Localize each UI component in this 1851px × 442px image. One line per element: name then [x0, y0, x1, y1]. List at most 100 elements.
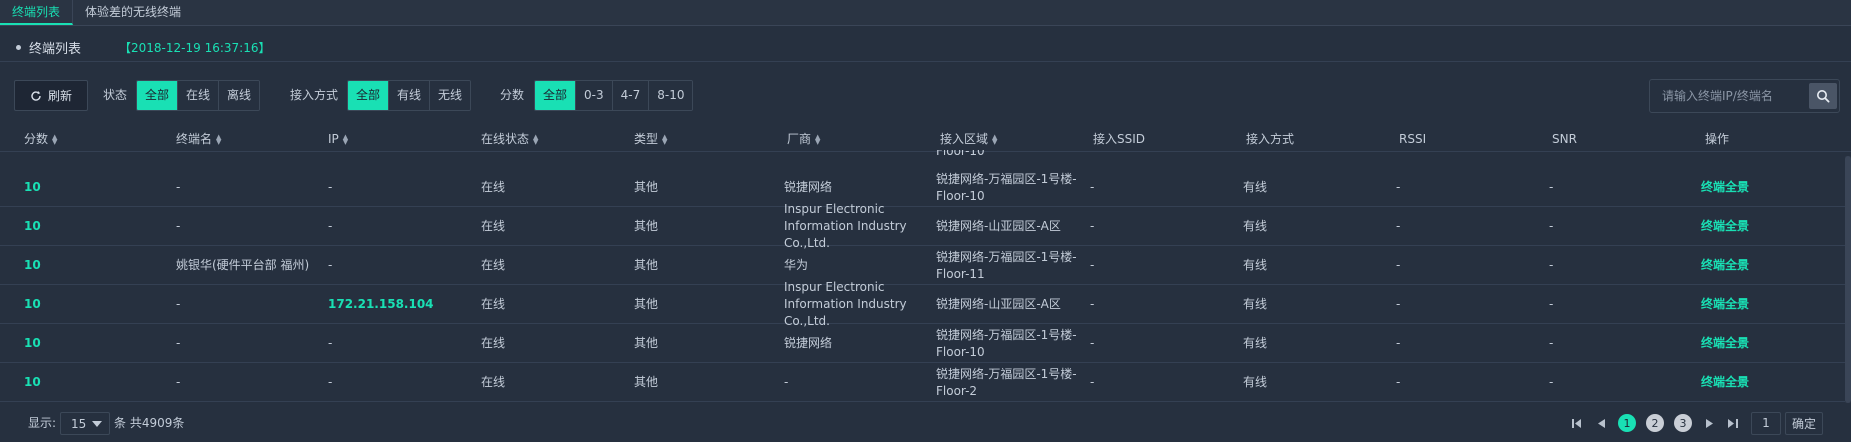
cell-type: 其他 [634, 297, 659, 311]
cell-ip: - [328, 375, 333, 389]
status-option-offline[interactable]: 离线 [219, 81, 260, 110]
access-option-wired[interactable]: 有线 [389, 81, 431, 110]
terminal-overview-link[interactable]: 终端全景 [1701, 285, 1749, 324]
access-option-all[interactable]: 全部 [348, 81, 390, 110]
table-scrollbar-thumb[interactable] [1845, 156, 1851, 403]
cell-access: 有线 [1243, 258, 1268, 272]
cell-area: 锐捷网络-山亚园区-A区 [936, 219, 1061, 233]
cell-ip: - [328, 258, 333, 272]
column-header-name[interactable]: 终端名 ▲ ▼ [176, 126, 221, 152]
total-count: 条 共4909条 [114, 416, 185, 430]
table-footer: 显示: 15 条 共4909条 1 2 3 确定 [0, 408, 1851, 438]
cell-ssid: - [1090, 297, 1095, 311]
terminal-overview-link[interactable]: 终端全景 [1701, 363, 1749, 402]
tab-terminal-list[interactable]: 终端列表 [0, 0, 74, 25]
column-header-score[interactable]: 分数 ▲ ▼ [24, 126, 57, 152]
search-button[interactable] [1809, 83, 1837, 109]
last-page-icon[interactable] [1721, 411, 1745, 435]
terminal-overview-link[interactable]: 终端全景 [1701, 207, 1749, 246]
cell-vendor: 锐捷网络 [784, 336, 833, 350]
score-option-8-10[interactable]: 8-10 [649, 81, 693, 110]
next-page-icon[interactable] [1697, 411, 1721, 435]
column-header-snr: SNR [1552, 132, 1577, 146]
column-header-action: 操作 [1705, 132, 1730, 146]
terminal-overview-link[interactable]: 终端全景 [1701, 324, 1749, 363]
cell-status: 在线 [481, 297, 506, 311]
cell-area: 锐捷网络-万福园区-1号楼-Floor-2 [936, 366, 1077, 398]
sort-icon: ▲ ▼ [216, 132, 222, 146]
timestamp: 【2018-12-19 16:37:16】 [119, 41, 271, 55]
cell-access: 有线 [1243, 336, 1268, 350]
cell-area: 锐捷网络-万福园区-1号楼-Floor-10 [936, 327, 1077, 359]
table-body: 10 - - 在线 其他 锐捷网络 锐捷网络-万福园区-1号楼-Floor-10… [0, 158, 1845, 403]
cell-name: - [176, 336, 181, 350]
page-1[interactable]: 1 [1618, 414, 1636, 432]
cell-rssi: - [1396, 336, 1401, 350]
tab-poor-wireless-terminals[interactable]: 体验差的无线终端 [73, 0, 193, 25]
cell-score: 10 [24, 258, 41, 272]
cell-name: - [176, 375, 181, 389]
cell-type: 其他 [634, 180, 659, 194]
cell-ip: - [328, 219, 333, 233]
page-size-label: 显示: [28, 416, 57, 430]
column-header-type[interactable]: 类型 ▲ ▼ [634, 126, 667, 152]
column-header-area[interactable]: 接入区域 ▲ ▼ [940, 126, 997, 152]
access-option-wireless[interactable]: 无线 [430, 81, 471, 110]
cell-ssid: - [1090, 375, 1095, 389]
cell-status: 在线 [481, 336, 506, 350]
cell-access: 有线 [1243, 297, 1268, 311]
sort-icon: ▲ ▼ [533, 132, 539, 146]
status-option-online[interactable]: 在线 [178, 81, 220, 110]
first-page-icon[interactable] [1565, 411, 1589, 435]
sort-icon: ▲ ▼ [992, 132, 998, 146]
score-filter-label: 分数 [500, 88, 525, 102]
cell-type: 其他 [634, 219, 659, 233]
search-box [1649, 79, 1840, 113]
refresh-label: 刷新 [47, 89, 72, 103]
refresh-icon [31, 90, 41, 101]
score-option-all[interactable]: 全部 [535, 81, 577, 110]
cell-status: 在线 [481, 375, 506, 389]
cell-vendor: Inspur Electronic Information Industry C… [784, 280, 907, 328]
goto-page-input[interactable] [1751, 411, 1781, 435]
cell-snr: - [1549, 297, 1554, 311]
cell-ip: - [328, 336, 333, 350]
page-title: 终端列表 [29, 42, 82, 57]
cell-snr: - [1549, 180, 1554, 194]
refresh-button[interactable]: 刷新 [14, 80, 88, 111]
terminal-overview-link[interactable]: 终端全景 [1701, 246, 1749, 285]
cell-status: 在线 [481, 180, 506, 194]
bullet-icon [16, 45, 21, 50]
page-2[interactable]: 2 [1646, 414, 1664, 432]
cell-score: 10 [24, 219, 41, 233]
page-3[interactable]: 3 [1674, 414, 1692, 432]
cell-name: - [176, 297, 181, 311]
cell-snr: - [1549, 258, 1554, 272]
sort-icon: ▲ ▼ [52, 132, 58, 146]
terminal-overview-link[interactable]: 终端全景 [1701, 168, 1749, 207]
confirm-button[interactable]: 确定 [1785, 411, 1824, 435]
search-input[interactable] [1650, 80, 1810, 112]
status-option-all[interactable]: 全部 [137, 81, 179, 110]
column-header-vendor[interactable]: 厂商 ▲ ▼ [787, 126, 820, 152]
cell-status: 在线 [481, 258, 506, 272]
page-size-select[interactable]: 15 [60, 412, 110, 435]
cell-rssi: - [1396, 258, 1401, 272]
score-option-0-3[interactable]: 0-3 [576, 81, 613, 110]
filter-bar: 刷新 状态 全部 在线 离线 接入方式 全部 有线 无线 分数 全部 0-3 4… [0, 80, 1851, 114]
sort-icon: ▲ ▼ [815, 132, 821, 146]
page-size-value: 15 [71, 416, 87, 431]
prev-page-icon[interactable] [1589, 411, 1613, 435]
column-header-ip[interactable]: IP ▲ ▼ [328, 126, 348, 152]
column-header-rssi: RSSI [1399, 132, 1427, 146]
cell-ssid: - [1090, 336, 1095, 350]
section-header: 终端列表 【2018-12-19 16:37:16】 [0, 34, 1851, 62]
cell-access: 有线 [1243, 375, 1268, 389]
cell-ssid: - [1090, 219, 1095, 233]
column-header-status[interactable]: 在线状态 ▲ ▼ [481, 126, 538, 152]
cell-ip: 172.21.158.104 [328, 297, 434, 311]
cell-name: - [176, 180, 181, 194]
column-header-ssid: 接入SSID [1093, 132, 1146, 146]
cell-score: 10 [24, 180, 41, 194]
score-option-4-7[interactable]: 4-7 [612, 81, 650, 110]
